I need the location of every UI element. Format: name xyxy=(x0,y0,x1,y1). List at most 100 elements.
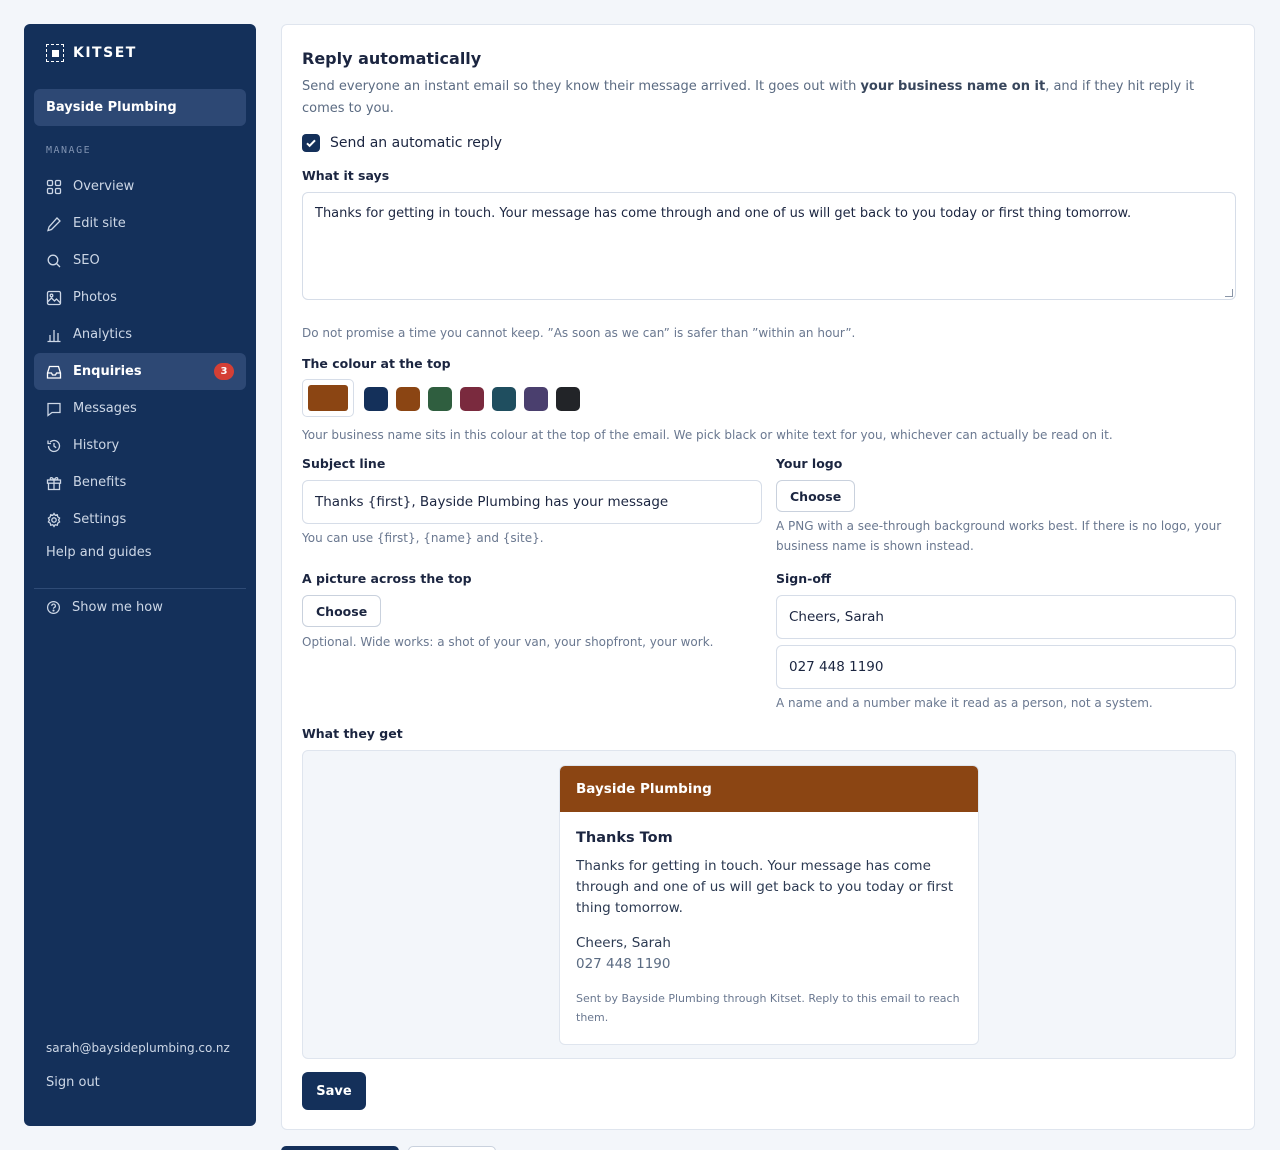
sidebar-item-messages[interactable]: Messages xyxy=(34,390,246,427)
save-button[interactable]: Save xyxy=(302,1072,366,1110)
logo-hint: A PNG with a see-through background work… xyxy=(776,519,1222,553)
choose-logo-button[interactable]: Choose xyxy=(776,480,856,512)
page-title: Reply automatically xyxy=(302,49,482,68)
message-label: What it says xyxy=(302,168,390,183)
chat-icon xyxy=(47,402,61,417)
resize-handle[interactable] xyxy=(1225,289,1233,297)
logo-label: Your logo xyxy=(776,456,843,471)
intro-text: Send everyone an instant email so they k… xyxy=(302,76,1222,120)
gift-icon xyxy=(46,476,62,490)
sidebar-nav: Overview Edit site SEO Photos Analytics … xyxy=(34,168,246,538)
sidebar-item-label: Edit site xyxy=(73,216,126,231)
subject-label: Subject line xyxy=(302,456,386,471)
email-header: Bayside Plumbing xyxy=(560,766,978,812)
sidebar: KITSET Bayside Plumbing MANAGE Overview … xyxy=(24,24,256,1126)
sidebar-item-label: Overview xyxy=(73,179,135,194)
message-hint: Do not promise a time you cannot keep. ”… xyxy=(302,326,856,340)
sidebar-item-benefits[interactable]: Benefits xyxy=(34,464,246,501)
selected-colour-fill xyxy=(308,385,348,411)
email-phone: 027 448 1190 xyxy=(576,956,671,972)
section-label-manage: MANAGE xyxy=(46,145,92,156)
preview-label: What they get xyxy=(302,726,403,741)
colour-swatch[interactable] xyxy=(460,387,484,411)
email-preview: Bayside Plumbing Thanks Tom Thanks for g… xyxy=(302,750,1236,1059)
sidebar-item-edit-site[interactable]: Edit site xyxy=(34,205,246,242)
sidebar-item-overview[interactable]: Overview xyxy=(34,168,246,205)
colour-swatch[interactable] xyxy=(556,387,580,411)
colour-swatch[interactable] xyxy=(396,387,420,411)
colour-options xyxy=(364,387,580,411)
sign-out-link[interactable]: Sign out xyxy=(46,1075,100,1090)
sidebar-item-seo[interactable]: SEO xyxy=(34,242,246,279)
image-icon xyxy=(46,290,62,305)
sidebar-item-label: Messages xyxy=(73,401,137,416)
kitset-logo-icon xyxy=(46,44,64,62)
show-me-how-label: Show me how xyxy=(72,600,163,615)
user-email: sarah@baysideplumbing.co.nz xyxy=(46,1041,230,1055)
brand-name: KITSET xyxy=(73,45,137,61)
signoff-phone-input[interactable]: 027 448 1190 xyxy=(776,645,1236,689)
sidebar-item-label: History xyxy=(73,438,120,453)
brand[interactable]: KITSET xyxy=(46,44,137,62)
next-panel-primary-button[interactable] xyxy=(281,1146,399,1150)
auto-reply-label: Send an automatic reply xyxy=(330,135,502,151)
signoff-phone-value: 027 448 1190 xyxy=(789,659,884,675)
sidebar-item-history[interactable]: History xyxy=(34,427,246,464)
site-switcher[interactable]: Bayside Plumbing xyxy=(34,89,246,126)
show-me-how-button[interactable]: Show me how xyxy=(46,600,163,615)
help-and-guides-link[interactable]: Help and guides xyxy=(46,545,152,560)
subject-value: Thanks {first}, Bayside Plumbing has you… xyxy=(315,494,669,510)
search-icon xyxy=(47,254,61,267)
colour-swatch[interactable] xyxy=(492,387,516,411)
auto-reply-checkbox[interactable] xyxy=(302,134,320,152)
gear-icon xyxy=(47,511,61,528)
email-body: Thanks Tom Thanks for getting in touch. … xyxy=(560,812,978,1027)
grid-icon xyxy=(46,179,62,194)
colour-swatch[interactable] xyxy=(524,387,548,411)
colour-label: The colour at the top xyxy=(302,356,451,371)
sidebar-item-label: Enquiries xyxy=(73,364,142,379)
next-panel-secondary-button[interactable] xyxy=(408,1146,496,1150)
subject-hint: You can use {first}, {name} and {site}. xyxy=(302,531,544,545)
sidebar-item-enquiries[interactable]: Enquiries 3 xyxy=(34,353,246,390)
signoff-hint: A name and a number make it read as a pe… xyxy=(776,696,1153,710)
intro-text-part: Send everyone an instant email so they k… xyxy=(302,79,861,94)
auto-reply-toggle[interactable]: Send an automatic reply xyxy=(302,134,502,152)
sidebar-item-label: Photos xyxy=(73,290,117,305)
picture-hint: Optional. Wide works: a shot of your van… xyxy=(302,635,714,649)
email-card: Bayside Plumbing Thanks Tom Thanks for g… xyxy=(559,765,979,1045)
sidebar-item-photos[interactable]: Photos xyxy=(34,279,246,316)
sidebar-item-label: Settings xyxy=(73,512,127,527)
pencil-icon xyxy=(47,216,61,231)
signoff-name-input[interactable]: Cheers, Sarah xyxy=(776,595,1236,639)
check-icon xyxy=(306,139,316,148)
choose-picture-button[interactable]: Choose xyxy=(302,595,382,627)
sidebar-item-label: Analytics xyxy=(73,327,133,342)
question-circle-icon xyxy=(46,600,61,615)
email-footer: Sent by Bayside Plumbing through Kitset.… xyxy=(576,992,960,1024)
subject-input[interactable]: Thanks {first}, Bayside Plumbing has you… xyxy=(302,480,762,524)
sidebar-item-analytics[interactable]: Analytics xyxy=(34,316,246,353)
sidebar-divider xyxy=(34,588,246,589)
selected-colour-swatch[interactable] xyxy=(302,379,354,417)
history-icon xyxy=(47,439,61,452)
signoff-label: Sign-off xyxy=(776,571,832,586)
colour-hint: Your business name sits in this colour a… xyxy=(302,428,1113,442)
sidebar-item-label: Benefits xyxy=(73,475,127,490)
email-greeting: Thanks Tom xyxy=(576,830,673,846)
sidebar-item-settings[interactable]: Settings xyxy=(34,501,246,538)
message-textarea[interactable]: Thanks for getting in touch. Your messag… xyxy=(302,192,1236,300)
auto-reply-panel: Reply automatically Send everyone an ins… xyxy=(281,24,1255,1130)
bar-chart-icon xyxy=(47,329,61,342)
inbox-icon xyxy=(46,365,62,379)
picture-label: A picture across the top xyxy=(302,571,472,586)
email-message: Thanks for getting in touch. Your messag… xyxy=(576,858,954,916)
enquiries-count-badge: 3 xyxy=(214,363,234,380)
sidebar-item-label: SEO xyxy=(73,253,100,268)
signoff-name-value: Cheers, Sarah xyxy=(789,609,884,625)
colour-swatch[interactable] xyxy=(428,387,452,411)
intro-text-bold: your business name on it xyxy=(860,79,1046,94)
message-text: Thanks for getting in touch. Your messag… xyxy=(315,206,1132,221)
email-signoff: Cheers, Sarah xyxy=(576,935,671,951)
colour-swatch[interactable] xyxy=(364,387,388,411)
